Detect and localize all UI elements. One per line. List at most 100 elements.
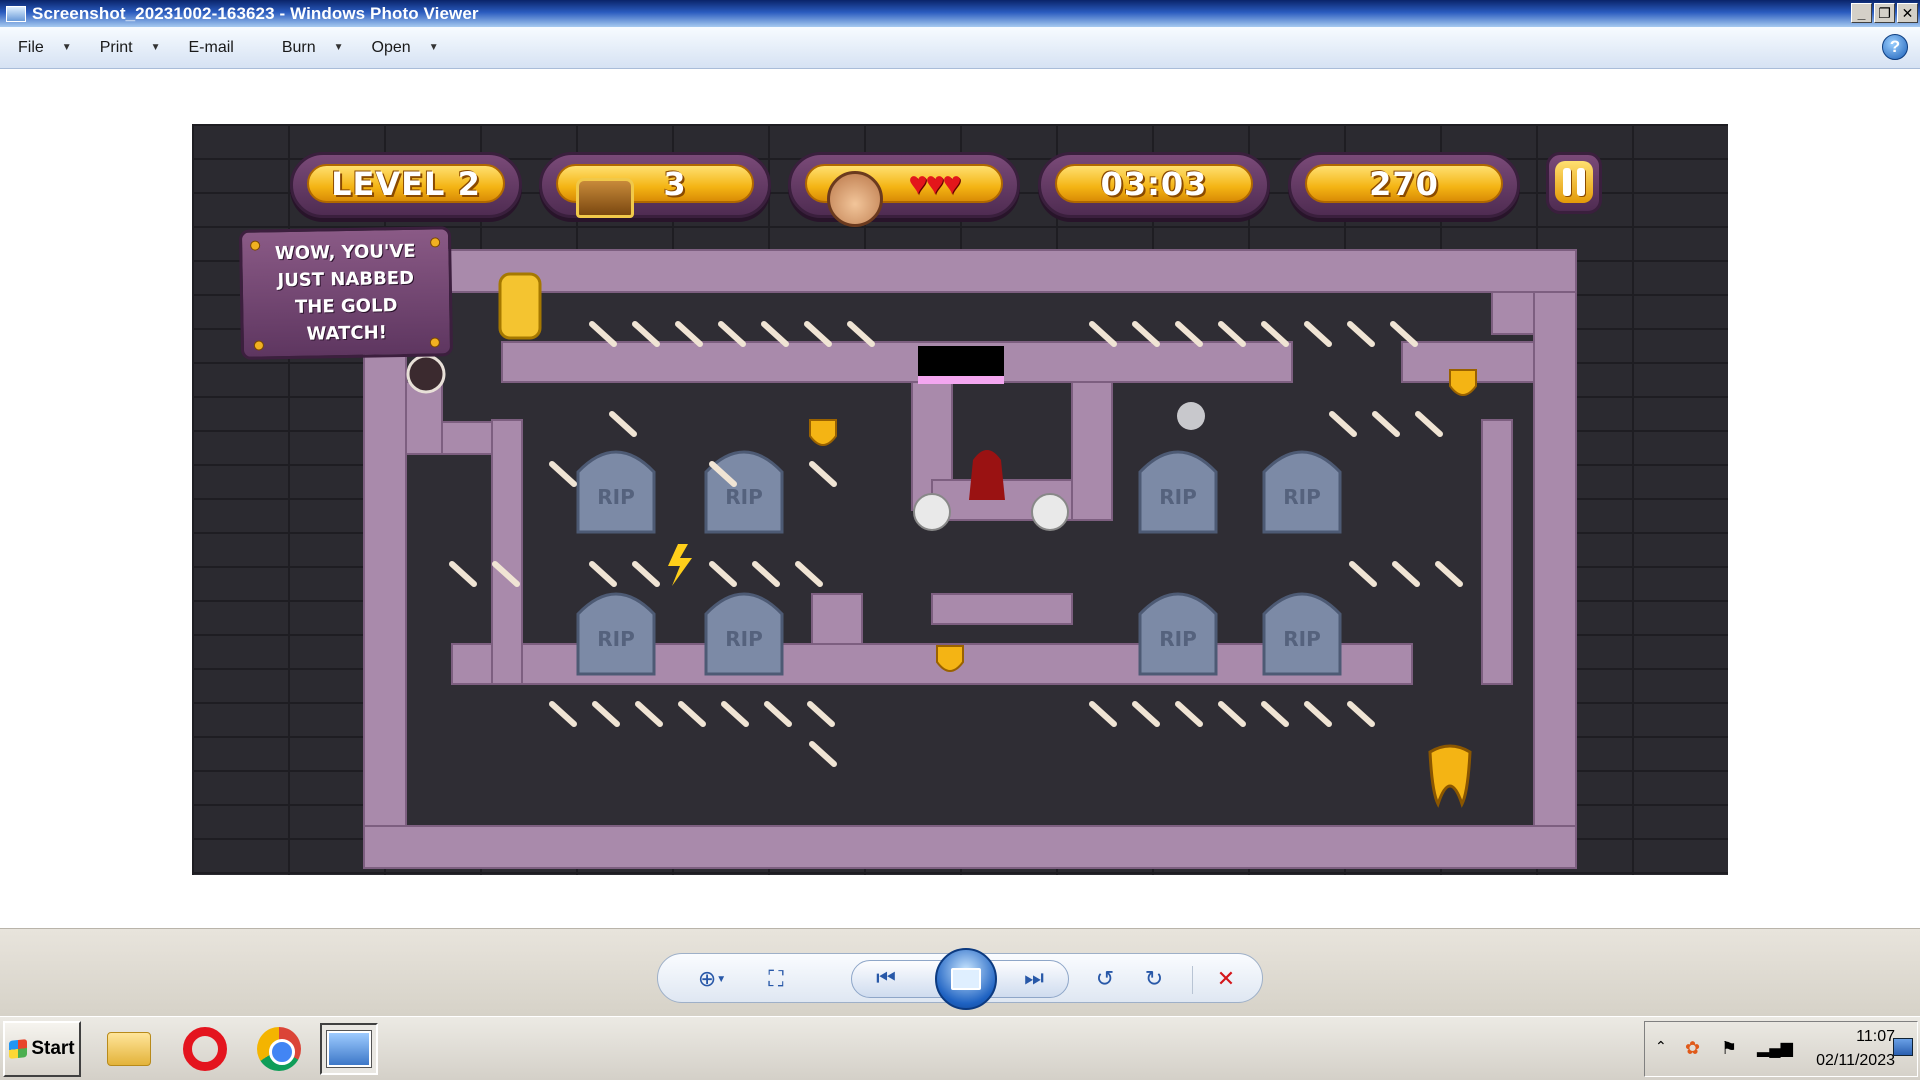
minimize-button[interactable]: _	[1851, 3, 1872, 23]
chevron-down-icon: ▼	[333, 42, 344, 53]
tombstone-text: RIP	[725, 485, 763, 509]
tombstone-text: RIP	[725, 627, 763, 651]
photo-viewer-icon	[327, 1031, 371, 1067]
ghost-icon	[1177, 402, 1205, 430]
menu-file[interactable]: File ▼	[18, 39, 72, 57]
timer-panel: 03:03	[1038, 152, 1270, 218]
maze-wall	[1071, 381, 1113, 521]
shield-icon	[1449, 369, 1477, 396]
folder-icon	[107, 1032, 151, 1066]
menu-email[interactable]: E-mail	[189, 39, 234, 57]
maze-wall	[441, 249, 1577, 293]
maze-wall	[1491, 291, 1535, 335]
clock-date[interactable]: 02/11/2023	[1797, 1052, 1895, 1070]
help-icon[interactable]: ?	[1882, 34, 1908, 60]
pause-icon	[1555, 161, 1593, 203]
slideshow-button[interactable]	[935, 948, 997, 1010]
exit-gate	[918, 376, 1004, 384]
opera-icon	[183, 1027, 227, 1071]
action-center-flag-icon[interactable]: ⚑	[1721, 1038, 1737, 1059]
viewer-toolbar: ⊕ ▼ ⛶ ⏮ ⏭ ↺ ↻ ✕	[0, 928, 1920, 1016]
tombstone-text: RIP	[1159, 485, 1197, 509]
menu-open[interactable]: Open ▼	[372, 39, 439, 57]
lives-panel: ♥♥♥	[788, 152, 1020, 227]
zoom-icon[interactable]: ⊕ ▼	[696, 964, 728, 994]
menu-burn-label: Burn	[281, 38, 316, 56]
taskbar-photo-viewer[interactable]	[320, 1023, 378, 1075]
shield-icon	[936, 645, 964, 672]
menu-print-label: Print	[99, 38, 133, 56]
menu-burn[interactable]: Burn ▼	[282, 39, 344, 57]
tombstone-text: RIP	[1159, 627, 1197, 651]
toolbar-divider	[1192, 966, 1193, 994]
viewer-controls: ⊕ ▼ ⛶ ⏮ ⏭ ↺ ↻ ✕	[657, 948, 1263, 1010]
score-value: 270	[1369, 164, 1439, 203]
exit-gap	[918, 346, 1004, 380]
maze-wall	[931, 593, 1073, 625]
tombstone-text: RIP	[1283, 485, 1321, 509]
chevron-down-icon: ▼	[428, 42, 439, 53]
title-bar[interactable]: Screenshot_20231002-163623 - Windows Pho…	[0, 0, 1920, 27]
maze-wall	[811, 593, 863, 645]
chevron-down-icon: ▼	[150, 42, 161, 53]
delete-icon[interactable]: ✕	[1210, 964, 1242, 994]
start-button[interactable]: Start	[3, 1021, 81, 1077]
photo-viewer-app-icon	[6, 5, 26, 22]
slideshow-icon	[951, 968, 981, 990]
maze-wall	[491, 419, 523, 685]
next-icon[interactable]: ⏭	[1018, 963, 1050, 993]
clock-time[interactable]: 11:07	[1807, 1028, 1895, 1046]
maze-wall	[363, 291, 407, 869]
tombstone-text: RIP	[1283, 627, 1321, 651]
level-label: LEVEL 2	[331, 164, 481, 203]
taskbar-chrome[interactable]	[250, 1023, 308, 1075]
pause-button[interactable]	[1546, 152, 1602, 214]
start-label: Start	[31, 1038, 75, 1059]
actual-size-icon[interactable]: ⛶	[760, 964, 792, 994]
photo-display: RIP RIP RIP RIP RIP RIP RIP RIP LEVEL 2 3 ♥♥♥ 0…	[192, 124, 1728, 875]
taskbar: Start ⌃ ✿ ⚑ ▂▄▆ 11:07 02/11/2023	[0, 1016, 1920, 1080]
restore-button[interactable]: ❐	[1874, 3, 1895, 23]
player-avatar-icon	[827, 171, 883, 227]
rotate-counterclockwise-icon[interactable]: ↺	[1089, 964, 1121, 994]
maze-wall	[1533, 291, 1577, 869]
treasure-panel: 3	[539, 152, 771, 218]
player-character-icon	[406, 354, 446, 394]
gold-watch-icon	[498, 272, 542, 340]
show-hidden-icons-icon[interactable]: ⌃	[1655, 1038, 1667, 1055]
message-sign: WOW, YOU'VE JUST NABBED THE GOLD WATCH!	[238, 226, 454, 360]
menu-print[interactable]: Print ▼	[100, 39, 161, 57]
maze-wall	[1481, 419, 1513, 685]
previous-icon[interactable]: ⏮	[870, 963, 902, 993]
chevron-down-icon: ▼	[61, 42, 72, 53]
chrome-icon	[257, 1027, 301, 1071]
skull-icon	[1031, 493, 1069, 531]
maze-wall	[363, 825, 1577, 869]
treasure-chest-icon	[576, 178, 634, 218]
maze-wall	[501, 341, 1293, 383]
tombstone-text: RIP	[597, 627, 635, 651]
message-text: WOW, YOU'VE JUST NABBED THE GOLD WATCH!	[274, 240, 416, 345]
treasure-count: 3	[663, 164, 687, 203]
taskbar-opera[interactable]	[176, 1023, 234, 1075]
taskbar-file-explorer[interactable]	[100, 1023, 158, 1075]
system-tray: ⌃ ✿ ⚑ ▂▄▆ 11:07 02/11/2023	[1644, 1021, 1918, 1077]
window-title: Screenshot_20231002-163623 - Windows Pho…	[32, 3, 479, 23]
network-alert-icon[interactable]: ✿	[1685, 1038, 1700, 1059]
score-panel: 270	[1288, 152, 1520, 218]
lives-hearts: ♥♥♥	[908, 165, 962, 201]
menu-bar: File ▼ Print ▼ E-mail Burn ▼ Open ▼ ?	[0, 27, 1920, 69]
show-desktop-icon[interactable]	[1893, 1038, 1913, 1056]
timer-value: 03:03	[1100, 164, 1208, 203]
tombstone-text: RIP	[597, 485, 635, 509]
window-controls: _ ❐ ✕	[1851, 3, 1918, 23]
skull-icon	[913, 493, 951, 531]
menu-open-label: Open	[371, 38, 411, 56]
menu-email-label: E-mail	[188, 38, 234, 56]
rotate-clockwise-icon[interactable]: ↻	[1138, 964, 1170, 994]
signal-strength-icon[interactable]: ▂▄▆	[1757, 1038, 1793, 1058]
windows-logo-icon	[9, 1039, 28, 1059]
level-panel: LEVEL 2	[290, 152, 522, 218]
close-button[interactable]: ✕	[1897, 3, 1918, 23]
menu-file-label: File	[18, 38, 44, 56]
